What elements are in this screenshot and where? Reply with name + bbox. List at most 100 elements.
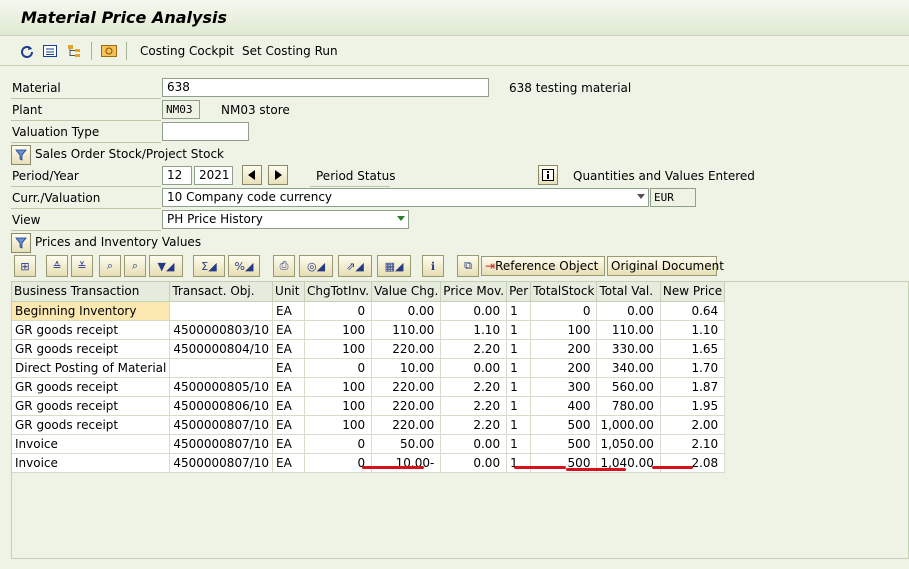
column-header[interactable]: Total Val.	[596, 282, 661, 302]
details-icon[interactable]: ⊞	[14, 255, 36, 277]
toolbar-separator	[91, 42, 92, 60]
table-row[interactable]: GR goods receipt 4500000805/10 EA 100 22…	[12, 377, 726, 397]
original-document-button[interactable]: Original Document	[607, 256, 724, 276]
find-icon[interactable]: ⌕	[99, 255, 121, 277]
sort-ascending-icon[interactable]: ≙	[46, 255, 68, 277]
column-header[interactable]: Transact. Obj.	[169, 282, 274, 302]
column-header[interactable]: New Price	[660, 282, 726, 302]
table-cell: 1	[506, 396, 532, 416]
curr-valuation-select[interactable]: 10 Company code currency	[162, 188, 649, 207]
table-cell: 220.00	[371, 377, 442, 397]
table-cell: 1.95	[660, 396, 726, 416]
table-cell: 780.00	[596, 396, 661, 416]
table-cell: 4500000805/10	[169, 377, 274, 397]
subtotal-icon[interactable]: %◢	[228, 255, 260, 277]
table-cell: 2.10	[660, 434, 726, 454]
previous-period-button[interactable]	[242, 165, 262, 185]
list-icon[interactable]	[42, 43, 58, 59]
table-cell: 0.00	[371, 301, 442, 321]
year-input[interactable]: 2021	[194, 166, 233, 185]
application-toolbar: Costing Cockpit Set Costing Run	[0, 36, 909, 66]
view-value: PH Price History	[167, 212, 263, 226]
table-row[interactable]: Direct Posting of Material EA 0 10.00 0.…	[12, 358, 726, 378]
column-header[interactable]: Unit	[272, 282, 306, 302]
table-cell: 4500000807/10	[169, 453, 274, 473]
material-label: Material	[12, 81, 61, 95]
table-cell: 100	[530, 320, 598, 340]
table-row[interactable]: GR goods receipt 4500000806/10 EA 100 22…	[12, 396, 726, 416]
table-cell	[169, 358, 274, 378]
plant-input[interactable]: NM03	[162, 100, 200, 119]
column-header[interactable]: Business Transaction	[12, 282, 171, 302]
table-cell: GR goods receipt	[12, 377, 171, 397]
hierarchy-icon[interactable]	[66, 43, 82, 59]
table-cell: 1,050.00	[596, 434, 661, 454]
grid-toolbar: ⊞ ≙ ≚ ⌕ ⌕ ▼◢ Σ◢ %◢ ⎙ ◎◢ ⇗◢ ▦◢ ℹ ⧉ ⇥Refer…	[11, 255, 909, 279]
table-cell: 4500000807/10	[169, 434, 274, 454]
filter-icon[interactable]	[11, 145, 31, 165]
next-period-button[interactable]	[268, 165, 288, 185]
views-icon[interactable]: ◎◢	[299, 255, 333, 277]
table-cell: GR goods receipt	[12, 320, 171, 340]
table-cell: Invoice	[12, 434, 171, 454]
table-row[interactable]: GR goods receipt 4500000807/10 EA 100 22…	[12, 415, 726, 435]
reference-object-button[interactable]: ⇥Reference Object	[481, 256, 605, 276]
column-header[interactable]: TotalStock	[530, 282, 598, 302]
table-cell: EA	[272, 320, 306, 340]
table-cell: 0.00	[440, 434, 508, 454]
table-cell: 1.10	[660, 320, 726, 340]
info-icon[interactable]: ℹ	[422, 255, 444, 277]
toolbar-separator	[126, 42, 127, 60]
column-header[interactable]: Value Chg.	[371, 282, 442, 302]
filter-icon[interactable]	[11, 233, 31, 253]
costing-cockpit-button[interactable]: Costing Cockpit	[140, 44, 234, 58]
filter-icon[interactable]: ▼◢	[149, 255, 183, 277]
view-select[interactable]: PH Price History	[162, 210, 409, 229]
table-row[interactable]: GR goods receipt 4500000804/10 EA 100 22…	[12, 339, 726, 359]
column-header[interactable]: Price Mov.	[440, 282, 508, 302]
table-cell: GR goods receipt	[12, 339, 171, 359]
column-header[interactable]: ChgTotInv.	[304, 282, 373, 302]
table-cell: 220.00	[371, 415, 442, 435]
table-cell: 200	[530, 358, 598, 378]
copy-icon[interactable]: ⧉	[457, 255, 479, 277]
print-icon[interactable]: ⎙	[273, 255, 295, 277]
table-row[interactable]: GR goods receipt 4500000803/10 EA 100 11…	[12, 320, 726, 340]
period-input[interactable]: 12	[162, 166, 192, 185]
valuation-type-input[interactable]	[162, 122, 249, 141]
table-cell: 1.87	[660, 377, 726, 397]
table-cell: 0.00	[440, 358, 508, 378]
table-cell: EA	[272, 339, 306, 359]
refresh-icon[interactable]	[19, 43, 35, 59]
layout-icon[interactable]: ▦◢	[377, 255, 411, 277]
table-row[interactable]: Beginning Inventory EA 0 0.00 0.00 1 0 0…	[12, 301, 726, 321]
column-header[interactable]: Per	[506, 282, 532, 302]
table-cell: EA	[272, 377, 306, 397]
plant-description: NM03 store	[221, 103, 290, 117]
sort-descending-icon[interactable]: ≚	[71, 255, 93, 277]
info-icon[interactable]	[538, 165, 558, 185]
table-cell: 2.20	[440, 377, 508, 397]
table-cell: EA	[272, 396, 306, 416]
table-cell: 100	[304, 339, 373, 359]
table-cell: 1	[506, 377, 532, 397]
table-cell: EA	[272, 434, 306, 454]
table-cell: 100	[304, 415, 373, 435]
table-cell: EA	[272, 301, 306, 321]
table-cell: 4500000803/10	[169, 320, 274, 340]
table-cell: Direct Posting of Material	[12, 358, 171, 378]
table-cell: 4500000807/10	[169, 415, 274, 435]
price-history-table: Business Transaction Transact. Obj. Unit…	[12, 282, 726, 473]
export-icon[interactable]: ⇗◢	[338, 255, 372, 277]
table-cell: 300	[530, 377, 598, 397]
table-cell: 330.00	[596, 339, 661, 359]
table-cell: 2.00	[660, 415, 726, 435]
table-row[interactable]: Invoice 4500000807/10 EA 0 50.00 0.00 1 …	[12, 434, 726, 454]
sum-icon[interactable]: Σ◢	[193, 255, 225, 277]
set-costing-run-button[interactable]: Set Costing Run	[242, 44, 338, 58]
annotation-underline	[566, 468, 626, 471]
costing-icon[interactable]	[101, 43, 117, 59]
material-input[interactable]: 638	[162, 78, 489, 97]
plant-label: Plant	[12, 103, 43, 117]
find-next-icon[interactable]: ⌕	[124, 255, 146, 277]
